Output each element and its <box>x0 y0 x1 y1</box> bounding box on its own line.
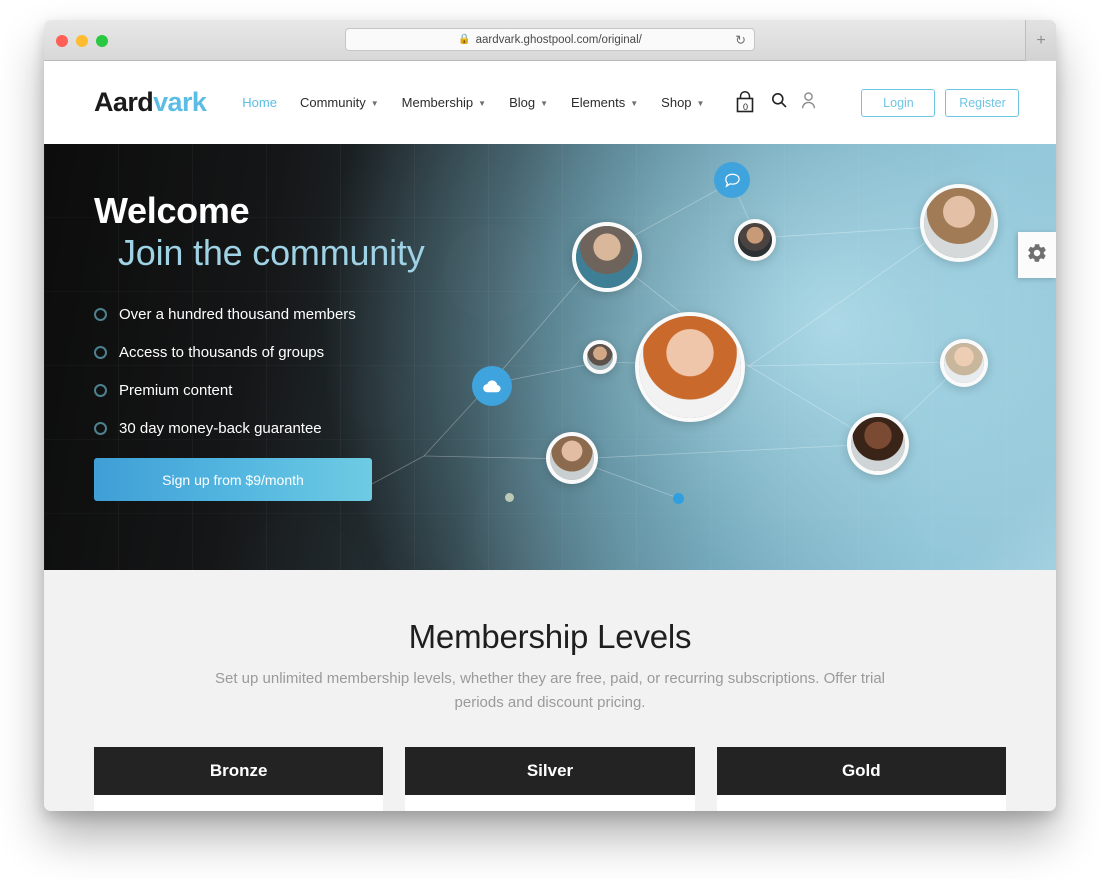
plan-title: Bronze <box>94 747 384 795</box>
nav-item-label: Shop <box>661 95 692 110</box>
nav-item-label: Blog <box>509 95 536 110</box>
circle-bullet-icon <box>94 308 107 322</box>
nav-item-membership[interactable]: Membership ▼ <box>402 95 486 110</box>
hero-title-secondary: Join the community <box>118 231 425 273</box>
circle-bullet-icon <box>94 384 107 398</box>
reload-icon[interactable]: ↻ <box>735 33 746 46</box>
address-bar-url: aardvark.ghostpool.com/original/ <box>475 33 642 46</box>
address-bar[interactable]: 🔒 aardvark.ghostpool.com/original/ ↻ <box>345 28 755 51</box>
avatar <box>572 222 642 292</box>
plan-card-silver[interactable]: Silver $ <box>405 747 695 811</box>
list-item-label: Premium content <box>119 382 233 400</box>
maximize-window-button[interactable] <box>96 35 108 47</box>
hero-feature-list: Over a hundred thousand members Access t… <box>94 306 514 437</box>
circle-bullet-icon <box>94 422 107 436</box>
login-button[interactable]: Login <box>861 88 936 117</box>
shopping-bag-icon[interactable]: 0 <box>733 90 757 115</box>
browser-window: 🔒 aardvark.ghostpool.com/original/ ↻ + A… <box>44 20 1056 811</box>
logo-text-accent: vark <box>153 87 207 117</box>
nav-item-blog[interactable]: Blog ▼ <box>509 95 548 110</box>
pricing-plans: Bronze $ Silver $ Gold $ <box>94 747 1006 811</box>
circle-bullet-icon <box>94 346 107 360</box>
avatar <box>940 339 988 387</box>
network-dot <box>673 493 684 504</box>
chevron-down-icon: ▼ <box>696 98 705 108</box>
search-icon[interactable] <box>771 92 788 113</box>
user-icon[interactable] <box>801 91 816 114</box>
plan-title: Gold <box>716 747 1006 795</box>
register-button[interactable]: Register <box>945 88 1020 117</box>
page-title: Membership Levels <box>408 618 692 655</box>
avatar <box>583 340 617 374</box>
hero-content: Welcome Join the community Over a hundre… <box>94 190 514 502</box>
nav-item-elements[interactable]: Elements ▼ <box>571 95 638 110</box>
list-item: Over a hundred thousand members <box>94 306 514 323</box>
logo-text-primary: Aard <box>94 87 154 117</box>
settings-panel-toggle[interactable] <box>1018 232 1056 278</box>
nav-item-label: Elements <box>571 95 626 110</box>
nav-item-shop[interactable]: Shop ▼ <box>661 95 704 110</box>
chevron-down-icon: ▼ <box>540 98 549 108</box>
avatar <box>546 432 598 484</box>
list-item-label: Over a hundred thousand members <box>119 306 356 324</box>
avatar <box>635 312 745 422</box>
nav-item-label: Home <box>242 95 277 110</box>
nav-item-home[interactable]: Home <box>242 95 277 110</box>
browser-titlebar: 🔒 aardvark.ghostpool.com/original/ ↻ + <box>44 20 1056 61</box>
nav-item-community[interactable]: Community ▼ <box>300 95 379 110</box>
plan-card-bronze[interactable]: Bronze $ <box>94 747 384 811</box>
header-auth-buttons: Login Register <box>861 88 1020 117</box>
list-item-label: 30 day money-back guarantee <box>119 420 322 438</box>
site-header: Aardvark Home Community ▼ Membership ▼ B… <box>44 61 1056 144</box>
hero-section: Welcome Join the community Over a hundre… <box>44 144 1056 570</box>
nav-item-label: Community <box>299 95 366 110</box>
hero-title-primary: Welcome <box>94 190 250 231</box>
window-controls[interactable] <box>56 35 108 47</box>
avatar <box>734 219 776 261</box>
chevron-down-icon: ▼ <box>478 98 487 108</box>
section-subtitle: Set up unlimited membership levels, whet… <box>214 670 886 711</box>
new-tab-button[interactable]: + <box>1025 20 1056 61</box>
plan-body: $ <box>94 795 384 811</box>
plan-card-gold[interactable]: Gold $ <box>716 747 1006 811</box>
plan-body: $ <box>716 795 1006 811</box>
header-icon-group: 0 <box>733 90 816 115</box>
lock-icon: 🔒 <box>458 33 471 45</box>
chevron-down-icon: ▼ <box>630 98 639 108</box>
chat-bubble-icon <box>714 162 750 198</box>
list-item-label: Access to thousands of groups <box>119 344 325 362</box>
list-item: Access to thousands of groups <box>94 344 514 361</box>
close-window-button[interactable] <box>56 35 68 47</box>
list-item: 30 day money-back guarantee <box>94 420 514 437</box>
new-tab-label: + <box>1036 31 1046 49</box>
site-logo[interactable]: Aardvark <box>94 87 207 118</box>
list-item: Premium content <box>94 382 514 399</box>
main-navigation: Home Community ▼ Membership ▼ Blog ▼ Ele… <box>242 88 1020 117</box>
gear-icon <box>1026 242 1048 269</box>
signup-button[interactable]: Sign up from $9/month <box>94 458 372 502</box>
chevron-down-icon: ▼ <box>370 98 379 108</box>
plan-title: Silver <box>405 747 695 795</box>
minimize-window-button[interactable] <box>76 35 88 47</box>
plan-body: $ <box>405 795 695 811</box>
cart-count: 0 <box>742 102 748 112</box>
nav-item-label: Membership <box>401 95 474 110</box>
membership-section: Membership Levels Set up unlimited membe… <box>44 570 1056 811</box>
avatar <box>920 184 998 262</box>
avatar <box>847 413 909 475</box>
